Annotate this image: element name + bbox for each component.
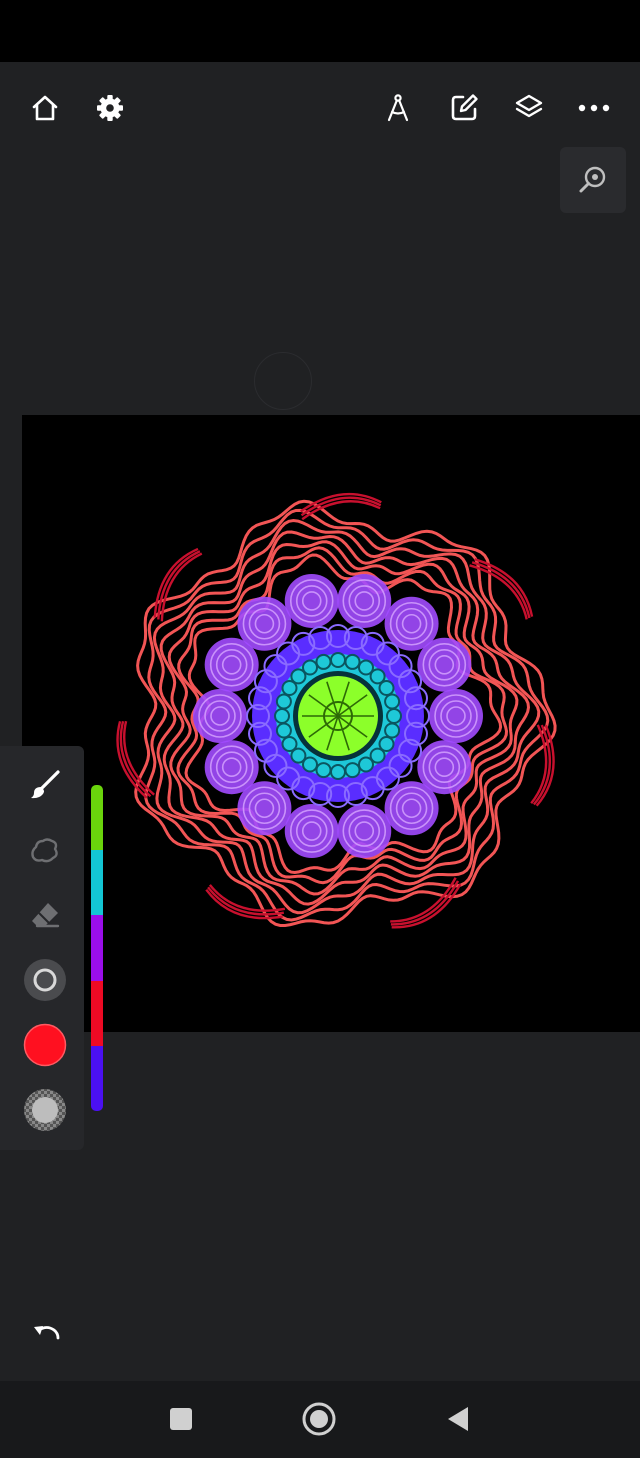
eraser-icon	[32, 903, 60, 928]
top-toolbar	[0, 62, 640, 152]
system-nav-bar	[0, 1381, 640, 1458]
brush-icon	[31, 770, 60, 799]
color-picker-button[interactable]	[18, 1018, 72, 1072]
zoom-icon	[579, 166, 606, 193]
canvas-handle[interactable]	[254, 352, 312, 410]
edit-icon	[451, 94, 478, 121]
home-icon	[32, 95, 58, 121]
undo-icon	[34, 1326, 60, 1340]
more-options-button[interactable]	[572, 86, 616, 130]
opacity-button[interactable]	[18, 1083, 72, 1137]
symmetry-guide-button[interactable]	[376, 86, 420, 130]
palette-swatch-blue[interactable]	[91, 1045, 103, 1111]
brush-size-icon	[24, 959, 66, 1001]
brush-size-button[interactable]	[18, 953, 72, 1007]
palette-swatch-purple[interactable]	[91, 915, 103, 981]
undo-button[interactable]	[24, 1312, 68, 1356]
color-palette	[91, 785, 103, 1111]
back-button[interactable]	[436, 1397, 480, 1441]
gear-icon	[97, 95, 123, 121]
layers-button[interactable]	[507, 86, 551, 130]
status-bar	[0, 0, 640, 62]
brush-tool[interactable]	[18, 758, 72, 812]
palette-swatch-red[interactable]	[91, 980, 103, 1046]
home-nav-icon	[302, 1402, 336, 1436]
smudge-tool[interactable]	[18, 823, 72, 877]
recent-apps-icon	[170, 1408, 192, 1430]
smudge-icon	[31, 838, 58, 863]
layers-icon	[515, 94, 543, 118]
zoom-button[interactable]	[560, 147, 626, 213]
back-icon	[448, 1407, 468, 1431]
palette-swatch-cyan[interactable]	[91, 850, 103, 916]
mandala-artwork	[116, 492, 557, 929]
edit-button[interactable]	[442, 86, 486, 130]
recent-apps-button[interactable]	[159, 1397, 203, 1441]
more-icon	[578, 104, 610, 112]
compass-icon	[387, 94, 409, 122]
current-color-swatch	[23, 1023, 67, 1067]
eraser-tool[interactable]	[18, 888, 72, 942]
opacity-icon	[24, 1089, 66, 1131]
settings-button[interactable]	[88, 86, 132, 130]
home-button[interactable]	[23, 86, 67, 130]
home-nav-button[interactable]	[297, 1397, 341, 1441]
palette-swatch-green[interactable]	[91, 785, 103, 851]
drawing-canvas[interactable]	[22, 415, 640, 1032]
tool-panel	[0, 746, 84, 1150]
